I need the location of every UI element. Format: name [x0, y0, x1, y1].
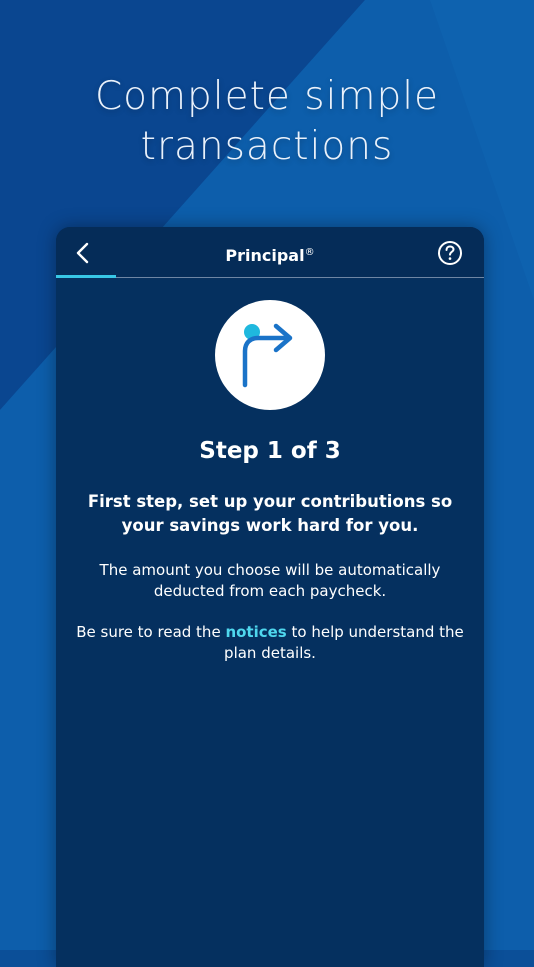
app-screen: Principal® Step 1 of 3 First step, set u… [56, 227, 484, 967]
turn-right-arrow-icon [242, 323, 293, 388]
promo-title: Complete simple transactions [0, 72, 534, 172]
step-icon-badge [215, 300, 325, 410]
promo-title-line-2: transactions [140, 124, 394, 169]
step-content: Step 1 of 3 First step, set up your cont… [56, 300, 484, 664]
app-title-text: Principal [225, 246, 305, 265]
step-description: The amount you choose will be automatica… [99, 561, 441, 600]
step-heading: Step 1 of 3 [199, 438, 341, 464]
promo-title-line-1: Complete simple [94, 74, 440, 119]
notice-prefix: Be sure to read the [76, 623, 226, 641]
active-tab-indicator [56, 275, 116, 278]
registered-mark: ® [304, 247, 315, 258]
app-title: Principal® [56, 227, 484, 277]
app-header: Principal® [56, 227, 484, 278]
notices-link[interactable]: notices [225, 623, 286, 641]
question-circle-icon[interactable] [437, 240, 463, 266]
notice-text: Be sure to read the notices to help unde… [75, 622, 465, 664]
step-subheading: First step, set up your contributions so… [87, 492, 453, 535]
